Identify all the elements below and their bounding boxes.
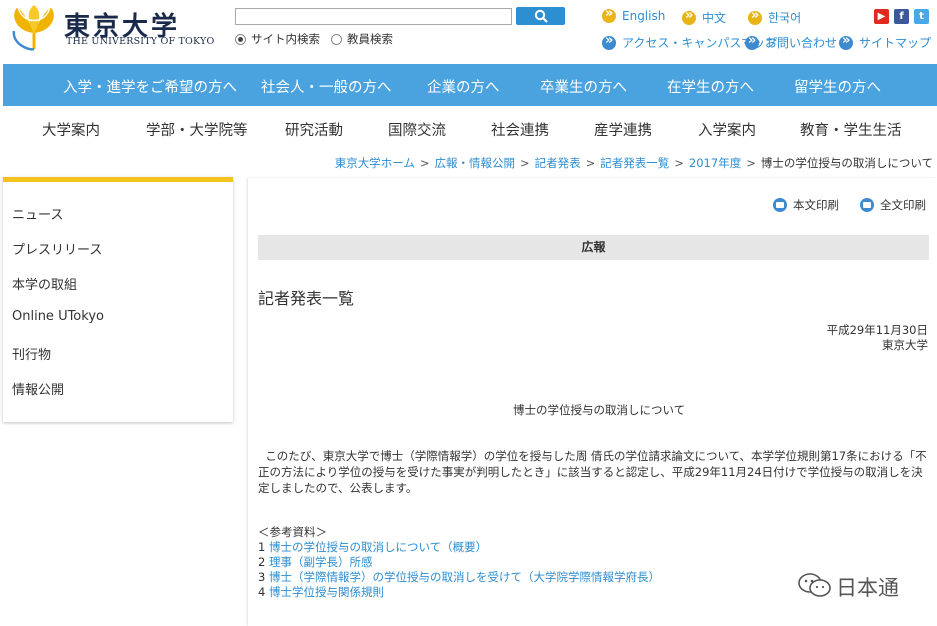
search-button[interactable] (516, 7, 565, 25)
nav-industry[interactable]: 産学連携 (594, 119, 652, 140)
nav-current-students[interactable]: 在学生の方へ (667, 76, 754, 97)
lang-label: 한국어 (768, 11, 802, 25)
sidebar-item-news[interactable]: ニュース (12, 204, 63, 223)
breadcrumb-separator: > (746, 156, 756, 170)
nav-about[interactable]: 大学案内 (42, 119, 100, 140)
arrow-circle-icon (602, 6, 616, 23)
arrow-circle-icon (745, 33, 759, 50)
document-title: 博士の学位授与の取消しについて (513, 403, 686, 417)
reference-link[interactable]: 博士学位授与関係規則 (269, 585, 384, 599)
breadcrumb-press-list[interactable]: 記者発表一覧 (600, 156, 669, 170)
arrow-circle-icon (602, 33, 616, 50)
print-icon (860, 198, 874, 212)
reference-item: 4 博士学位授与関係規則 (258, 584, 384, 600)
print-label: 本文印刷 (793, 198, 839, 212)
watermark-text: 日本通 (836, 576, 899, 600)
chat-icon (798, 573, 831, 597)
reference-link[interactable]: 博士の学位授与の取消しについて（概要） (269, 540, 487, 554)
search-option-site[interactable]: サイト内検索 (235, 31, 320, 47)
nav-faculties[interactable]: 学部・大学院等 (146, 119, 248, 140)
reference-number: 2 (258, 555, 266, 569)
arrow-circle-icon (748, 8, 762, 25)
nav-international-students[interactable]: 留学生の方へ (794, 76, 881, 97)
search-option-label: 教員検索 (347, 32, 393, 46)
breadcrumb-home[interactable]: 東京大学ホーム (335, 156, 415, 170)
lang-korean-link[interactable]: 한국어 (748, 8, 802, 26)
nav-alumni[interactable]: 卒業生の方へ (540, 76, 627, 97)
util-label: お問い合わせ (765, 36, 838, 50)
lang-label: English (622, 9, 666, 23)
breadcrumb-current: 博士の学位授与の取消しについて (760, 156, 933, 170)
reference-item: 3 博士（学際情報学）の学位授与の取消しを受けて（大学院学際情報学府長） (258, 569, 660, 585)
body-paragraph: このたび、東京大学で博士（学際情報学）の学位を授与した周 倩氏の学位請求論文につ… (258, 448, 930, 496)
primary-nav: 入学・進学をご希望の方へ 社会人・一般の方へ 企業の方へ 卒業生の方へ 在学生の… (3, 64, 937, 106)
sidebar-item-press-releases[interactable]: プレスリリース (12, 239, 102, 258)
logo-title-en: THE UNIVERSITY OF TOKYO (66, 36, 215, 47)
reference-link[interactable]: 博士（学際情報学）の学位授与の取消しを受けて（大学院学際情報学府長） (269, 570, 660, 584)
breadcrumb-separator: > (585, 156, 596, 170)
reference-number: 4 (258, 585, 266, 599)
print-full-button[interactable]: 全文印刷 (860, 197, 926, 213)
nav-public[interactable]: 社会人・一般の方へ (261, 76, 392, 97)
breadcrumb-separator: > (674, 156, 684, 170)
sidebar-item-initiatives[interactable]: 本学の取組 (12, 274, 77, 293)
sitemap-link[interactable]: サイトマップ (839, 33, 932, 51)
radio-icon (331, 33, 342, 45)
search-option-label: サイト内検索 (251, 32, 320, 46)
date-block: 平成29年11月30日 東京大学 (827, 323, 928, 353)
print-label: 全文印刷 (880, 198, 926, 212)
page-title: 記者発表一覧 (258, 289, 355, 308)
reference-number: 1 (258, 540, 266, 554)
references-heading: ＜参考資料＞ (258, 525, 327, 539)
search-option-faculty[interactable]: 教員検索 (331, 31, 393, 47)
print-body-button[interactable]: 本文印刷 (773, 197, 839, 213)
youtube-icon[interactable]: ▶ (874, 9, 889, 24)
release-date: 平成29年11月30日 (826, 323, 928, 337)
issuer: 東京大学 (882, 338, 928, 352)
lang-label: 中文 (702, 11, 727, 25)
util-label: サイトマップ (859, 36, 932, 50)
sidebar-item-disclosure[interactable]: 情報公開 (12, 379, 64, 398)
print-icon (773, 198, 787, 212)
radio-selected-icon (235, 33, 246, 45)
nav-international[interactable]: 国際交流 (388, 119, 446, 140)
facebook-icon[interactable]: f (894, 9, 909, 24)
section-header: 広報 (258, 235, 929, 260)
breadcrumb-pr[interactable]: 広報・情報公開 (435, 156, 516, 170)
reference-item: 2 理事（副学長）所感 (258, 554, 372, 570)
nav-education[interactable]: 教育・学生生活 (800, 119, 902, 140)
lang-english-link[interactable]: English (602, 6, 666, 23)
reference-item: 1 博士の学位授与の取消しについて（概要） (258, 539, 487, 555)
breadcrumb: 東京大学ホーム > 広報・情報公開 > 記者発表 > 記者発表一覧 >2017年度 > 博士の学位… (335, 155, 933, 171)
breadcrumb-separator: > (419, 156, 430, 170)
ginkgo-logo-icon (12, 5, 54, 51)
sidebar-item-online-utokyo[interactable]: Online UTokyo (12, 309, 104, 324)
nav-social[interactable]: 社会連携 (491, 119, 549, 140)
contact-link[interactable]: お問い合わせ (745, 33, 838, 51)
sidebar: ニュース プレスリリース 本学の取組 Online UTokyo 刊行物 情報公… (3, 177, 233, 422)
twitter-icon[interactable]: t (914, 9, 929, 24)
body-text: このたび、東京大学で博士（学際情報学）の学位を授与した周 倩氏の学位請求論文につ… (258, 449, 927, 495)
arrow-circle-icon (682, 8, 696, 25)
reference-link[interactable]: 理事（副学長）所感 (269, 555, 373, 569)
nav-admissions[interactable]: 入学案内 (698, 119, 756, 140)
breadcrumb-year[interactable]: 2017年度 (689, 156, 741, 170)
breadcrumb-separator: > (520, 156, 530, 170)
nav-companies[interactable]: 企業の方へ (427, 76, 500, 97)
nav-research[interactable]: 研究活動 (285, 119, 343, 140)
reference-number: 3 (258, 570, 266, 584)
breadcrumb-press[interactable]: 記者発表 (535, 156, 581, 170)
sidebar-item-publications[interactable]: 刊行物 (12, 344, 51, 363)
search-input[interactable] (235, 8, 512, 25)
lang-chinese-link[interactable]: 中文 (682, 8, 727, 26)
arrow-circle-icon (839, 33, 853, 50)
search-icon (534, 9, 548, 23)
nav-prospective-students[interactable]: 入学・進学をご希望の方へ (63, 76, 237, 97)
